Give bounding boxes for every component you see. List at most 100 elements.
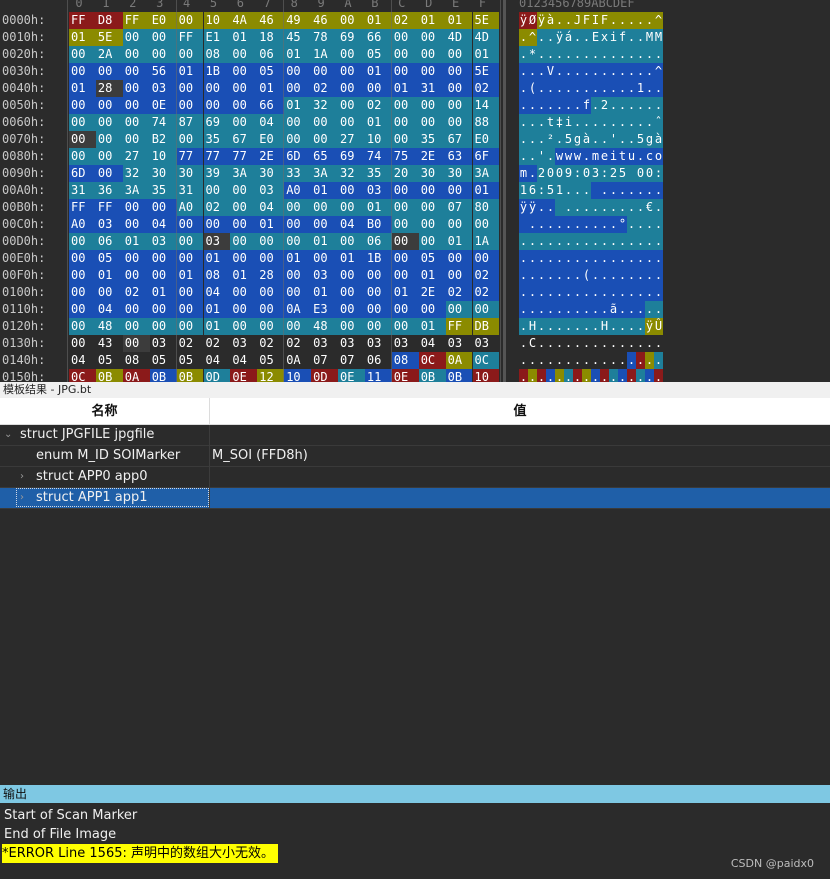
hex-byte[interactable]: 00 <box>391 267 419 284</box>
ascii-char[interactable]: . <box>654 284 663 301</box>
hex-byte[interactable]: 01 <box>311 182 338 199</box>
ascii-char[interactable]: . <box>546 267 555 284</box>
ascii-char[interactable]: ÿ <box>645 318 654 335</box>
hex-byte[interactable]: 67 <box>230 131 258 148</box>
ascii-char[interactable]: . <box>600 182 609 199</box>
hex-row[interactable]: 00A0h: 31 36 3A 35 31 00 00 03 A0 01 00 03 00 00 00 01 1 6… <box>0 182 830 199</box>
ascii-char[interactable]: . <box>528 369 537 382</box>
ascii-char[interactable]: . <box>636 148 645 165</box>
hex-byte[interactable]: 03 <box>472 335 500 352</box>
ascii-char[interactable]: . <box>537 284 546 301</box>
hex-byte[interactable]: 02 <box>472 284 500 301</box>
ascii-char[interactable]: . <box>591 199 600 216</box>
hex-byte[interactable]: 00 <box>95 148 123 165</box>
hex-byte[interactable]: 02 <box>445 284 473 301</box>
ascii-char[interactable]: . <box>582 63 591 80</box>
ascii-char[interactable]: . <box>582 233 591 250</box>
hex-byte[interactable]: 08 <box>122 352 150 369</box>
hex-ascii-splitter[interactable] <box>503 0 506 382</box>
hex-byte[interactable]: 00 <box>230 318 258 335</box>
hex-byte[interactable]: 00 <box>69 63 96 80</box>
ascii-char[interactable]: . <box>537 216 546 233</box>
ascii-char[interactable]: . <box>573 284 582 301</box>
hex-byte[interactable]: 00 <box>391 233 419 250</box>
ascii-char[interactable]: . <box>537 267 546 284</box>
hex-byte[interactable]: 3A <box>122 182 150 199</box>
ascii-char[interactable]: V <box>546 63 555 80</box>
hex-row[interactable]: 00C0h: A0 03 00 04 00 00 00 01 00 00 04 B0 00 00 00 00 .… <box>0 216 830 233</box>
hex-byte[interactable]: 00 <box>338 80 365 97</box>
hex-row[interactable]: 00F0h: 00 01 00 00 01 08 01 28 00 03 00 00 00 01 00 02..… <box>0 267 830 284</box>
ascii-char[interactable]: . <box>636 182 645 199</box>
output-line[interactable]: Start of Scan Marker <box>4 806 137 825</box>
ascii-char[interactable]: . <box>627 352 636 369</box>
hex-byte[interactable]: 5E <box>472 12 500 29</box>
hex-byte[interactable]: 08 <box>203 267 231 284</box>
ascii-char[interactable]: . <box>618 80 627 97</box>
ascii-char[interactable]: . <box>528 250 537 267</box>
ascii-char[interactable]: : <box>654 165 663 182</box>
ascii-char[interactable]: e <box>600 148 609 165</box>
hex-byte[interactable]: 02 <box>284 335 312 352</box>
hex-byte[interactable]: 00 <box>391 46 419 63</box>
hex-byte[interactable]: 49 <box>284 12 312 29</box>
hex-byte[interactable]: 00 <box>176 284 204 301</box>
hex-byte[interactable]: 01 <box>149 284 177 301</box>
hex-byte[interactable]: 01 <box>391 80 419 97</box>
hex-byte[interactable]: 00 <box>230 80 258 97</box>
hex-byte[interactable]: 00 <box>69 267 96 284</box>
hex-byte[interactable]: 00 <box>391 114 419 131</box>
hex-byte[interactable]: 02 <box>472 80 500 97</box>
ascii-char[interactable]: . <box>618 114 627 131</box>
hex-byte[interactable]: 32 <box>311 97 338 114</box>
ascii-char[interactable]: . <box>591 233 600 250</box>
ascii-char[interactable]: w <box>573 148 582 165</box>
hex-byte[interactable]: 05 <box>149 352 177 369</box>
hex-byte[interactable]: 00 <box>149 318 177 335</box>
hex-byte[interactable]: 00 <box>338 267 365 284</box>
hex-byte[interactable]: 30 <box>257 165 285 182</box>
hex-byte[interactable]: 00 <box>149 46 177 63</box>
ascii-char[interactable]: . <box>591 267 600 284</box>
ascii-char[interactable]: . <box>627 318 636 335</box>
hex-byte[interactable]: 80 <box>472 199 500 216</box>
hex-byte[interactable]: DB <box>472 318 500 335</box>
hex-byte[interactable]: 31 <box>69 182 96 199</box>
hex-byte[interactable]: 00 <box>284 233 312 250</box>
ascii-char[interactable]: . <box>618 182 627 199</box>
ascii-char[interactable]: . <box>636 12 645 29</box>
ascii-char[interactable]: . <box>564 182 573 199</box>
ascii-char[interactable]: . <box>546 216 555 233</box>
ascii-char[interactable]: . <box>591 284 600 301</box>
ascii-char[interactable]: . <box>609 63 618 80</box>
hex-row[interactable]: 0120h: 00 48 00 00 00 01 00 00 00 48 00 00 00 01 FF DB. H… <box>0 318 830 335</box>
hex-byte[interactable]: 00 <box>230 182 258 199</box>
ascii-char[interactable]: . <box>600 80 609 97</box>
hex-byte[interactable]: 04 <box>203 352 231 369</box>
ascii-char[interactable]: . <box>600 114 609 131</box>
ascii-char[interactable]: . <box>645 250 654 267</box>
hex-byte[interactable]: FF <box>69 199 96 216</box>
ascii-char[interactable]: u <box>627 148 636 165</box>
hex-byte[interactable]: 00 <box>472 250 500 267</box>
hex-byte[interactable]: 00 <box>311 216 338 233</box>
hex-byte[interactable]: 00 <box>364 284 392 301</box>
ascii-char[interactable]: C <box>528 335 537 352</box>
ascii-char[interactable]: . <box>627 267 636 284</box>
hex-byte[interactable]: 00 <box>364 301 392 318</box>
hex-byte[interactable]: 00 <box>338 318 365 335</box>
ascii-char[interactable]: . <box>582 369 591 382</box>
hex-byte[interactable]: 01 <box>472 182 500 199</box>
hex-byte[interactable]: 01 <box>284 46 312 63</box>
hex-byte[interactable]: A0 <box>69 216 96 233</box>
hex-byte[interactable]: 08 <box>203 46 231 63</box>
hex-byte[interactable]: 00 <box>230 199 258 216</box>
ascii-char[interactable]: . <box>645 284 654 301</box>
hex-byte[interactable]: 00 <box>311 63 338 80</box>
ascii-char[interactable]: H <box>528 318 537 335</box>
hex-byte[interactable]: FF <box>445 318 473 335</box>
ascii-char[interactable]: f <box>582 97 591 114</box>
hex-byte[interactable]: 00 <box>391 131 419 148</box>
chevron-down-icon[interactable]: ⌄ <box>4 425 12 445</box>
hex-byte[interactable]: 00 <box>122 114 150 131</box>
